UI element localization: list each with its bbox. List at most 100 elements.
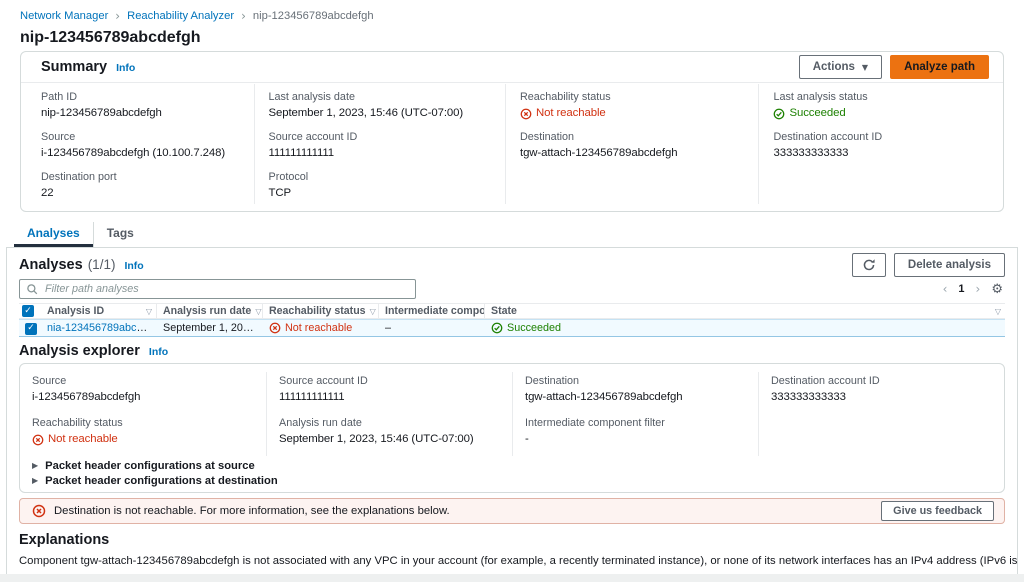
- summary-column-3: Reachability status Not reachable Destin…: [505, 84, 758, 204]
- analysis-table-row[interactable]: ✓ nia-123456789abcdefgh September 1, 202…: [19, 319, 1005, 337]
- error-icon: [269, 322, 281, 334]
- refresh-icon: [862, 258, 876, 272]
- alert-message: Destination is not reachable. For more i…: [54, 505, 450, 517]
- field-destination: Destination tgw-attach-123456789abcdefgh: [525, 372, 750, 414]
- sort-icon[interactable]: ▽: [366, 307, 376, 316]
- field-analysis-run-date: Analysis run date September 1, 2023, 15:…: [279, 414, 504, 456]
- cell-run-date: September 1, 2023, 15:...: [157, 322, 263, 334]
- tab-analyses[interactable]: Analyses: [14, 222, 93, 247]
- cell-analysis-id: nia-123456789abcdefgh: [41, 322, 157, 334]
- field-destination-port: Destination port 22: [41, 164, 248, 204]
- field-source-account-id: Source account ID 111111111111: [269, 124, 499, 164]
- field-last-analysis-status: Last analysis status Succeeded: [773, 84, 997, 124]
- packet-header-destination-expander[interactable]: ▶ Packet header configurations at destin…: [32, 473, 992, 488]
- summary-card-header: Summary Info Actions ▼ Analyze path: [21, 52, 1003, 83]
- pagination-prev-button[interactable]: ‹: [943, 282, 948, 296]
- field-reachability-status: Reachability status Not reachable: [32, 414, 258, 456]
- breadcrumb-separator-icon: ›: [241, 9, 246, 23]
- sort-icon[interactable]: ▽: [142, 307, 152, 316]
- column-header-reachability[interactable]: Reachability status ▽: [263, 304, 379, 318]
- filter-input-wrap: [19, 279, 416, 299]
- field-destination-account-id: Destination account ID 333333333333: [771, 372, 996, 414]
- tab-bar: Analyses Tags: [6, 222, 1018, 248]
- field-source: Source i-123456789abcdefgh (10.100.7.248…: [41, 124, 248, 164]
- summary-column-1: Path ID nip-123456789abcdefgh Source i-1…: [21, 84, 254, 204]
- explorer-column-3: Destination tgw-attach-123456789abcdefgh…: [512, 372, 758, 456]
- breadcrumb-link-network-manager[interactable]: Network Manager: [20, 9, 108, 23]
- preferences-gear-button[interactable]: ⚙: [991, 283, 1003, 296]
- search-icon: [26, 283, 39, 296]
- analyses-header-row: Analyses (1/1) Info Delete analysis: [19, 253, 1005, 277]
- filter-row: ‹ 1 › ⚙: [19, 279, 1005, 299]
- packet-header-source-expander[interactable]: ▶ Packet header configurations at source: [32, 458, 992, 473]
- summary-column-2: Last analysis date September 1, 2023, 15…: [254, 84, 505, 204]
- actions-button[interactable]: Actions ▼: [799, 55, 882, 79]
- explorer-column-4: Destination account ID 333333333333: [758, 372, 1004, 456]
- row-checkbox[interactable]: ✓: [25, 323, 37, 335]
- status-succeeded: Succeeded: [773, 107, 997, 120]
- field-intermediate-component-filter: Intermediate component filter -: [525, 414, 750, 456]
- pagination-page-1[interactable]: 1: [958, 283, 964, 295]
- breadcrumb-link-reachability-analyzer[interactable]: Reachability Analyzer: [127, 9, 234, 23]
- summary-card: Summary Info Actions ▼ Analyze path Path…: [20, 51, 1004, 212]
- sort-icon[interactable]: ▽: [251, 307, 261, 316]
- select-all-cell: ✓: [19, 304, 41, 318]
- error-icon: [520, 108, 532, 120]
- analysis-explorer-card: Source i-123456789abcdefgh Reachability …: [19, 363, 1005, 493]
- column-header-analysis-id[interactable]: Analysis ID ▽: [41, 304, 157, 318]
- analyses-tab-panel: Analyses (1/1) Info Delete analysis ‹ 1 …: [6, 248, 1018, 574]
- explanations-section: Explanations Component tgw-attach-123456…: [19, 532, 1005, 574]
- analysis-id-link[interactable]: nia-123456789abcdefgh: [47, 322, 157, 334]
- field-destination-account-id: Destination account ID 333333333333: [773, 124, 997, 164]
- field-protocol: Protocol TCP: [269, 164, 499, 204]
- filter-input[interactable]: [19, 279, 416, 299]
- cell-intermediate: –: [379, 322, 485, 334]
- breadcrumb-current: nip-123456789abcdefgh: [253, 9, 374, 23]
- page: Network Manager › Reachability Analyzer …: [0, 0, 1024, 574]
- field-last-analysis-date: Last analysis date September 1, 2023, 15…: [269, 84, 499, 124]
- column-header-intermediate[interactable]: Intermediate compo... ▽: [379, 304, 485, 318]
- expand-icon: ▶: [32, 476, 38, 485]
- column-header-run-date[interactable]: Analysis run date ▽: [157, 304, 263, 318]
- analysis-explorer-title: Analysis explorer: [19, 343, 140, 359]
- breadcrumb-separator-icon: ›: [115, 9, 120, 23]
- pagination-next-button[interactable]: ›: [976, 282, 981, 296]
- table-header-row: ✓ Analysis ID ▽ Analysis run date ▽ Reac…: [19, 304, 1005, 319]
- column-header-state[interactable]: State ▽: [485, 304, 1005, 318]
- refresh-button[interactable]: [852, 253, 886, 277]
- error-icon: [32, 434, 44, 446]
- caret-down-icon: ▼: [862, 63, 868, 72]
- tab-tags[interactable]: Tags: [93, 222, 147, 247]
- actions-button-label: Actions: [813, 61, 855, 73]
- explorer-column-2: Source account ID 111111111111 Analysis …: [266, 372, 512, 456]
- analyses-title: Analyses: [19, 257, 83, 273]
- cell-reachability: Not reachable: [263, 322, 379, 334]
- explorer-column-1: Source i-123456789abcdefgh Reachability …: [20, 372, 266, 456]
- explanation-text: Component tgw-attach-123456789abcdefgh i…: [19, 554, 1005, 568]
- field-source-account-id: Source account ID 111111111111: [279, 372, 504, 414]
- cell-state: Succeeded: [485, 322, 1005, 334]
- field-source: Source i-123456789abcdefgh: [32, 372, 258, 414]
- summary-field-grid: Path ID nip-123456789abcdefgh Source i-1…: [21, 83, 1003, 211]
- field-path-id: Path ID nip-123456789abcdefgh: [41, 84, 248, 124]
- analyses-info-link[interactable]: Info: [124, 260, 143, 272]
- page-title: nip-123456789abcdefgh: [20, 29, 1004, 46]
- summary-title: Summary: [41, 59, 107, 75]
- analyze-path-button[interactable]: Analyze path: [890, 55, 989, 79]
- row-select-cell: ✓: [19, 321, 41, 335]
- not-reachable-alert: Destination is not reachable. For more i…: [19, 498, 1005, 524]
- page-bottom-strip: [0, 574, 1024, 582]
- error-icon: [32, 504, 46, 518]
- summary-info-link[interactable]: Info: [116, 62, 135, 74]
- sort-icon[interactable]: ▽: [991, 307, 1001, 316]
- success-icon: [773, 108, 785, 120]
- give-feedback-button[interactable]: Give us feedback: [881, 501, 994, 521]
- field-destination: Destination tgw-attach-123456789abcdefgh: [520, 124, 752, 164]
- summary-column-4: Last analysis status Succeeded Destinati…: [758, 84, 1003, 204]
- packet-header-expandables: ▶ Packet header configurations at source…: [20, 456, 1004, 492]
- pagination: ‹ 1 › ⚙: [943, 282, 1005, 296]
- explorer-info-link[interactable]: Info: [149, 346, 168, 358]
- delete-analysis-button[interactable]: Delete analysis: [894, 253, 1005, 277]
- status-not-reachable: Not reachable: [520, 107, 752, 120]
- select-all-checkbox[interactable]: ✓: [22, 305, 34, 317]
